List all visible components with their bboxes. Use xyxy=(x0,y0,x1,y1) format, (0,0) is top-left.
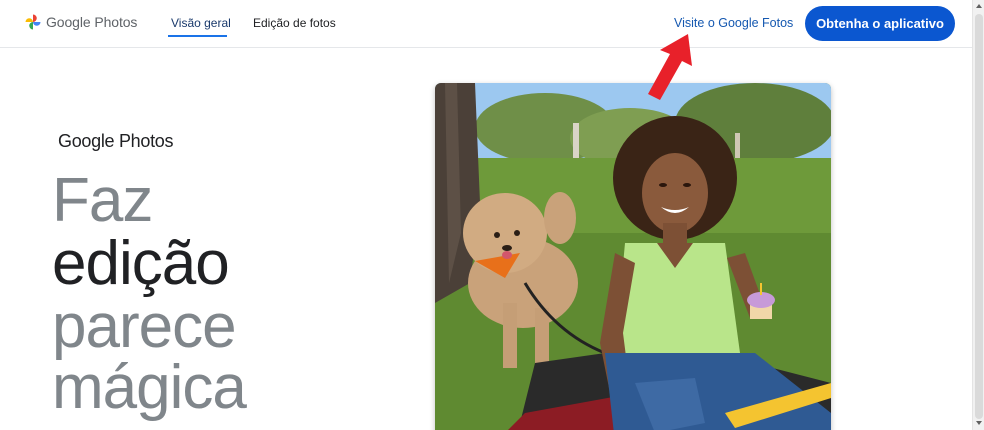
vertical-scrollbar[interactable] xyxy=(972,0,984,430)
tab-edicao-de-fotos[interactable]: Edição de fotos xyxy=(253,16,336,30)
scroll-thumb[interactable] xyxy=(975,14,983,419)
red-arrow-icon xyxy=(648,34,692,100)
scroll-down-arrow-icon[interactable] xyxy=(976,421,982,425)
scroll-up-arrow-icon[interactable] xyxy=(976,4,982,8)
top-header: Google Photos Visão geral Edição de foto… xyxy=(0,0,972,48)
google-photos-pinwheel-icon xyxy=(25,14,41,30)
hero-line-4: mágica xyxy=(52,353,247,422)
hero-line-3: parece xyxy=(52,292,237,361)
active-tab-indicator xyxy=(168,35,227,37)
hero-line-2: edição xyxy=(52,229,230,298)
hero-photo-illustration xyxy=(435,83,831,430)
hero-line-1: Faz xyxy=(52,166,153,235)
get-app-button[interactable]: Obtenha o aplicativo xyxy=(805,6,955,41)
hero-brand: Google Photos xyxy=(58,131,174,151)
logo-text: Google Photos xyxy=(46,14,138,30)
tab-visao-geral[interactable]: Visão geral xyxy=(171,16,231,30)
page: Google Photos Visão geral Edição de foto… xyxy=(0,0,972,430)
google-photos-logo[interactable]: Google Photos xyxy=(24,13,137,31)
hero-photo xyxy=(435,83,831,430)
